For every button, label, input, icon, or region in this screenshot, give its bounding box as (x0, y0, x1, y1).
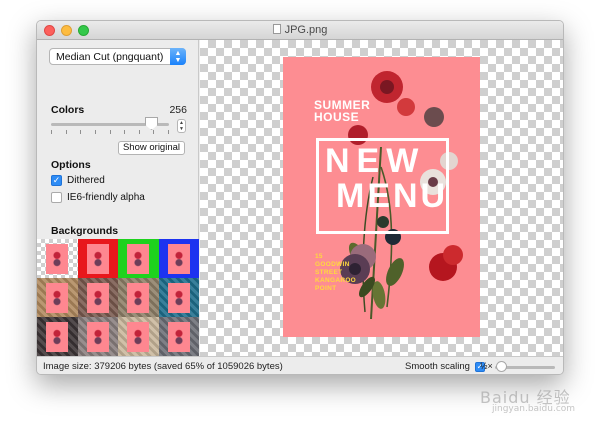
poster-headline1: NEW (325, 142, 426, 180)
poster-address-5: POINT (315, 285, 337, 292)
background-swatch[interactable] (77, 317, 118, 356)
window-title-text: JPG.png (284, 24, 328, 36)
swatch-preview-thumbnail (46, 321, 69, 352)
image-canvas[interactable]: SUMMER HOUSE NEW MENU 15 GOODWIN STREET … (200, 40, 563, 356)
poster-headline2: MENU (336, 177, 449, 215)
colors-slider-ticks (51, 130, 169, 134)
swatch-preview-thumbnail (127, 282, 150, 313)
window-title: JPG.png (37, 24, 563, 36)
dithered-checkbox[interactable]: ✓ (51, 175, 62, 186)
poster-line2: HOUSE (314, 110, 360, 124)
option-dithered[interactable]: ✓ Dithered (51, 175, 105, 186)
background-swatch[interactable] (158, 317, 199, 356)
background-swatch[interactable] (77, 278, 118, 317)
smooth-scaling-option[interactable]: Smooth scaling ✓ (405, 361, 485, 372)
file-icon (272, 24, 281, 34)
swatch-preview-thumbnail (46, 243, 69, 274)
background-swatch[interactable] (37, 317, 78, 356)
background-swatch[interactable] (118, 239, 159, 278)
colors-stepper[interactable]: ▲ ▼ (177, 119, 186, 133)
zoom-slider-thumb[interactable] (496, 361, 507, 372)
background-swatch[interactable] (118, 317, 159, 356)
image-size-text: Image size: 379206 bytes (saved 65% of 1… (43, 361, 283, 372)
swatch-preview-thumbnail (86, 282, 109, 313)
backgrounds-label: Backgrounds (51, 225, 119, 237)
swatch-preview-thumbnail (46, 282, 69, 313)
sidebar: Median Cut (pngquant) ▲ ▼ Colors 256 ▲ ▼ S… (37, 40, 199, 356)
title-bar: JPG.png (37, 21, 563, 40)
ie6-alpha-checkbox[interactable] (51, 192, 62, 203)
dithered-label: Dithered (67, 175, 105, 186)
backgrounds-grid (37, 239, 199, 356)
swatch-preview-thumbnail (127, 321, 150, 352)
status-bar: Image size: 379206 bytes (saved 65% of 1… (37, 356, 563, 374)
select-chevrons-icon: ▲ ▼ (170, 48, 186, 65)
background-swatch[interactable] (118, 278, 159, 317)
background-swatch[interactable] (37, 278, 78, 317)
zoom-label: ½× (480, 361, 493, 371)
poster-address-4: KANGAROO (315, 277, 357, 284)
algorithm-select-value: Median Cut (pngquant) (56, 51, 164, 63)
background-swatch[interactable] (77, 239, 118, 278)
poster-address-1: 15 (315, 253, 323, 260)
options-label: Options (51, 159, 91, 171)
background-swatch[interactable] (158, 239, 199, 278)
algorithm-select[interactable]: Median Cut (pngquant) ▲ ▼ (49, 48, 186, 65)
ie6-alpha-label: IE6-friendly alpha (67, 192, 145, 203)
poster-address-2: GOODWIN (315, 261, 350, 268)
swatch-preview-thumbnail (86, 243, 109, 274)
show-original-button[interactable]: Show original (118, 141, 185, 155)
background-swatch[interactable] (37, 239, 78, 278)
option-ie6-alpha[interactable]: IE6-friendly alpha (51, 192, 145, 203)
smooth-scaling-label: Smooth scaling (405, 361, 470, 372)
swatch-preview-thumbnail (167, 321, 190, 352)
app-window: JPG.png Median Cut (pngquant) ▲ ▼ Colors … (36, 20, 564, 375)
swatch-preview-thumbnail (127, 243, 150, 274)
swatch-preview-thumbnail (167, 282, 190, 313)
swatch-preview-thumbnail (86, 321, 109, 352)
swatch-preview-thumbnail (167, 243, 190, 274)
colors-value: 256 (169, 104, 187, 116)
colors-label: Colors (51, 104, 85, 116)
poster-image: SUMMER HOUSE NEW MENU 15 GOODWIN STREET … (283, 57, 480, 337)
colors-slider-thumb[interactable] (145, 117, 158, 130)
watermark-url: jingyan.baidu.com (492, 404, 576, 414)
poster-address-3: STREET (315, 269, 343, 276)
background-swatch[interactable] (158, 278, 199, 317)
